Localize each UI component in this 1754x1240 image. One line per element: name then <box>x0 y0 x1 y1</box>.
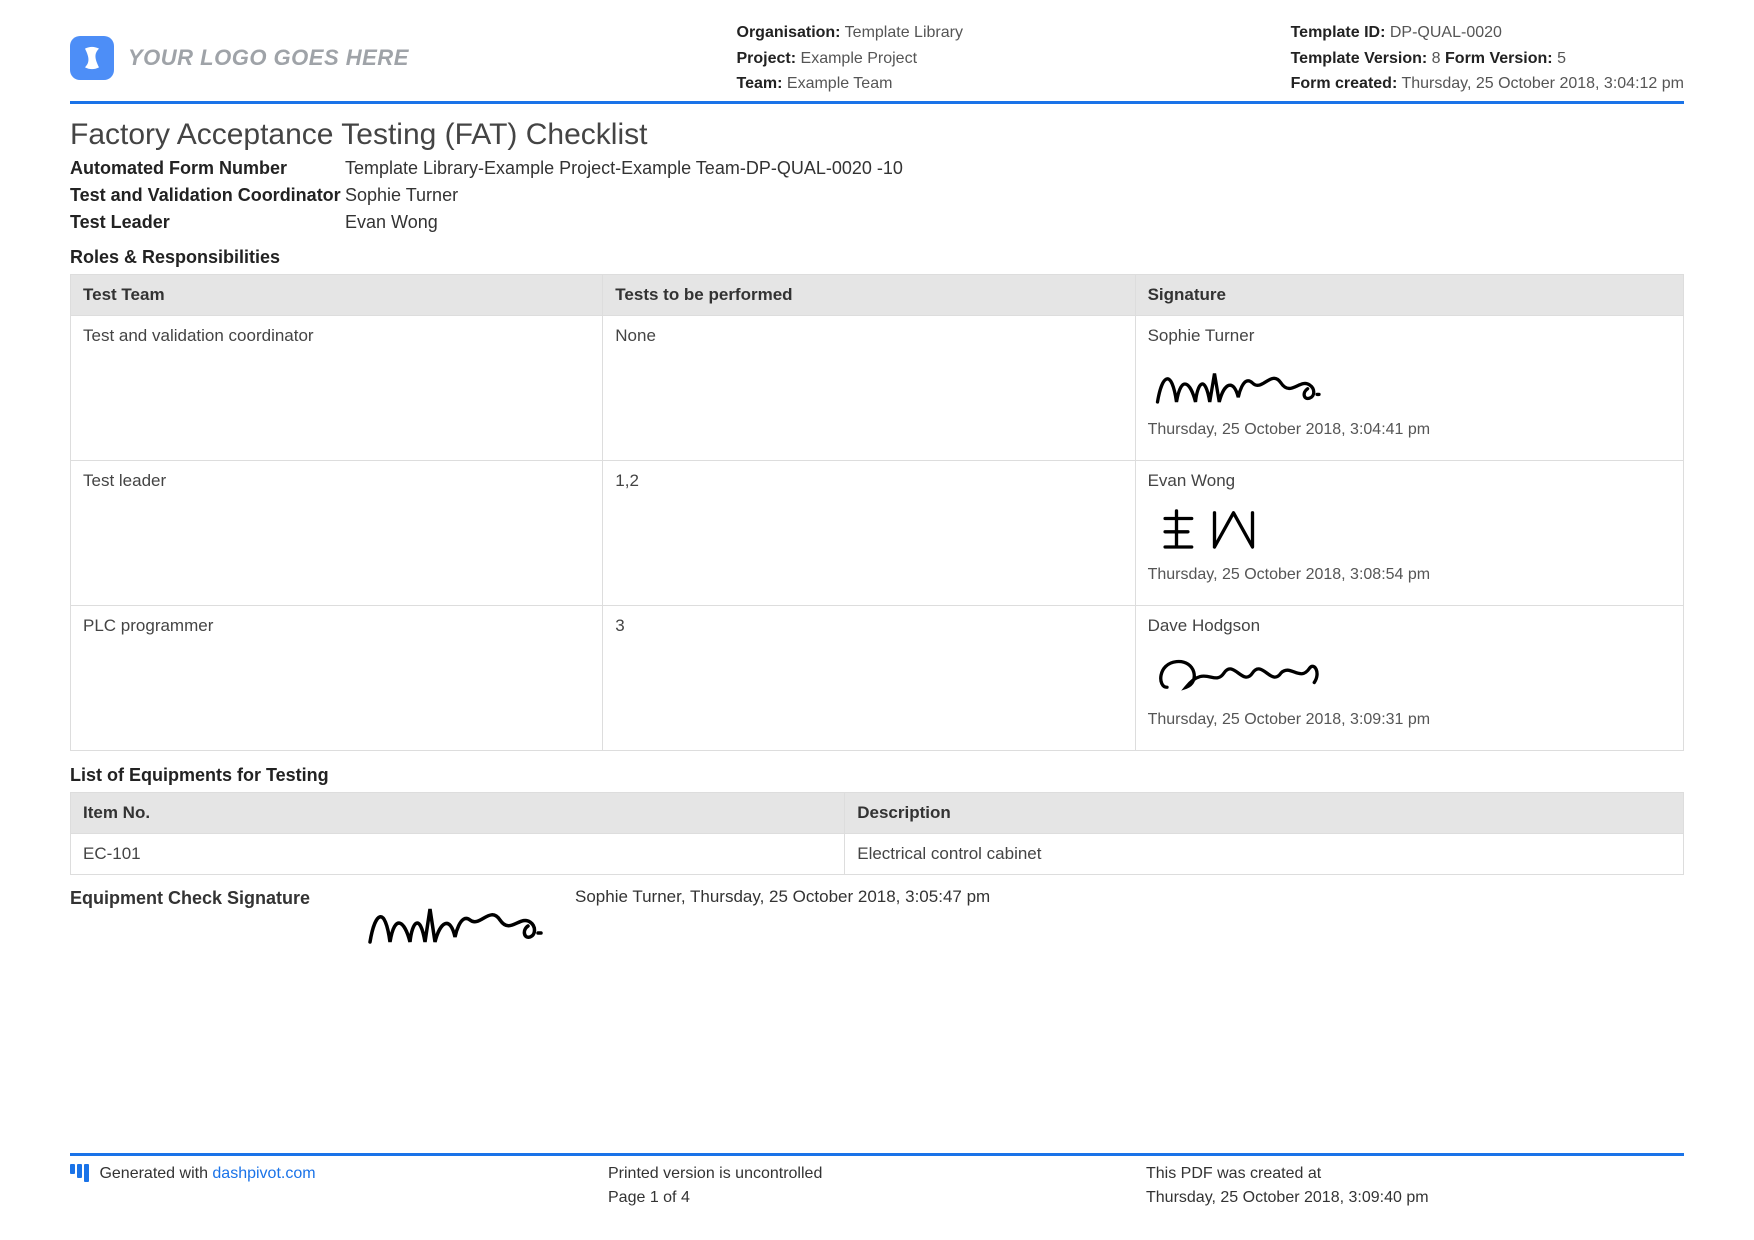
role-tests: 1,2 <box>603 460 1135 605</box>
dashpivot-link[interactable]: dashpivot.com <box>212 1165 315 1182</box>
logo-placeholder-text: YOUR LOGO GOES HERE <box>128 45 409 71</box>
eq-sig-label: Equipment Check Signature <box>70 887 345 910</box>
role-signature: Dave Hodgson Thursday, 25 October 2018, … <box>1135 605 1683 750</box>
form-version-label: Form Version: <box>1445 50 1553 67</box>
meta-row-afn: Automated Form Number Template Library-E… <box>70 158 1684 179</box>
page-footer: Generated with dashpivot.com Printed ver… <box>70 1153 1684 1210</box>
eq-sig-text: Sophie Turner, Thursday, 25 October 2018… <box>575 887 1684 907</box>
roles-heading: Roles & Responsibilities <box>70 247 1684 268</box>
footer-right: This PDF was created at Thursday, 25 Oct… <box>1146 1162 1684 1210</box>
table-row: PLC programmer 3 Dave Hodgson Thursday, … <box>71 605 1684 750</box>
afn-label: Automated Form Number <box>70 158 345 179</box>
coord-value: Sophie Turner <box>345 185 458 206</box>
footer-left: Generated with dashpivot.com <box>70 1162 608 1210</box>
form-created-label: Form created: <box>1291 75 1398 92</box>
printed-text: Printed version is uncontrolled <box>608 1162 1146 1186</box>
equipments-heading: List of Equipments for Testing <box>70 765 1684 786</box>
form-version-value: 5 <box>1557 50 1566 67</box>
eq-item: EC-101 <box>71 833 845 874</box>
org-value: Template Library <box>845 24 963 41</box>
leader-value: Evan Wong <box>345 212 438 233</box>
equipment-signature-row: Equipment Check Signature Sophie Turner,… <box>70 887 1684 957</box>
role-signature: Evan Wong Thursday, 25 October 2018, 3:0… <box>1135 460 1683 605</box>
leader-label: Test Leader <box>70 212 345 233</box>
template-id-value: DP-QUAL-0020 <box>1390 24 1502 41</box>
role-tests: 3 <box>603 605 1135 750</box>
afn-value: Template Library-Example Project-Example… <box>345 158 903 179</box>
roles-col-signature: Signature <box>1135 274 1683 315</box>
page-header: YOUR LOGO GOES HERE Organisation: Templa… <box>70 20 1684 104</box>
table-row: EC-101 Electrical control cabinet <box>71 833 1684 874</box>
table-row: Test leader 1,2 Evan Wong Thursday, 25 O… <box>71 460 1684 605</box>
logo-block: YOUR LOGO GOES HERE <box>70 20 409 97</box>
eq-desc: Electrical control cabinet <box>845 833 1684 874</box>
sig-name: Sophie Turner <box>1148 326 1671 346</box>
project-label: Project: <box>737 50 797 67</box>
signature-icon <box>1148 354 1338 412</box>
sig-date: Thursday, 25 October 2018, 3:09:31 pm <box>1148 711 1671 729</box>
role-team: Test and validation coordinator <box>71 315 603 460</box>
equipments-table: Item No. Description EC-101 Electrical c… <box>70 792 1684 875</box>
header-right: Template ID: DP-QUAL-0020 Template Versi… <box>1291 20 1684 97</box>
eq-col-item: Item No. <box>71 792 845 833</box>
table-row: Test and validation coordinator None Sop… <box>71 315 1684 460</box>
page-title: Factory Acceptance Testing (FAT) Checkli… <box>70 118 1684 152</box>
role-signature: Sophie Turner Thursday, 25 October 2018,… <box>1135 315 1683 460</box>
meta-row-coordinator: Test and Validation Coordinator Sophie T… <box>70 185 1684 206</box>
sig-name: Dave Hodgson <box>1148 616 1671 636</box>
template-id-label: Template ID: <box>1291 24 1386 41</box>
sig-date: Thursday, 25 October 2018, 3:04:41 pm <box>1148 421 1671 439</box>
sig-name: Evan Wong <box>1148 471 1671 491</box>
created-value: Thursday, 25 October 2018, 3:09:40 pm <box>1146 1186 1684 1210</box>
meta-row-leader: Test Leader Evan Wong <box>70 212 1684 233</box>
team-value: Example Team <box>787 75 893 92</box>
footer-middle: Printed version is uncontrolled Page 1 o… <box>608 1162 1146 1210</box>
form-created-value: Thursday, 25 October 2018, 3:04:12 pm <box>1401 75 1684 92</box>
gen-prefix: Generated with <box>99 1165 212 1182</box>
roles-col-team: Test Team <box>71 274 603 315</box>
template-version-value: 8 <box>1432 50 1441 67</box>
created-label: This PDF was created at <box>1146 1162 1684 1186</box>
template-version-label: Template Version: <box>1291 50 1428 67</box>
project-value: Example Project <box>801 50 918 67</box>
signature-icon <box>355 887 565 957</box>
role-team: Test leader <box>71 460 603 605</box>
sig-date: Thursday, 25 October 2018, 3:08:54 pm <box>1148 566 1671 584</box>
roles-col-tests: Tests to be performed <box>603 274 1135 315</box>
coord-label: Test and Validation Coordinator <box>70 185 345 206</box>
signature-icon <box>1148 499 1338 557</box>
header-middle: Organisation: Template Library Project: … <box>737 20 963 97</box>
role-tests: None <box>603 315 1135 460</box>
roles-table: Test Team Tests to be performed Signatur… <box>70 274 1684 751</box>
eq-col-desc: Description <box>845 792 1684 833</box>
logo-icon <box>70 36 114 80</box>
page-number: Page 1 of 4 <box>608 1186 1146 1210</box>
team-label: Team: <box>737 75 783 92</box>
signature-icon <box>1148 644 1338 702</box>
org-label: Organisation: <box>737 24 841 41</box>
role-team: PLC programmer <box>71 605 603 750</box>
bars-icon <box>70 1164 89 1182</box>
